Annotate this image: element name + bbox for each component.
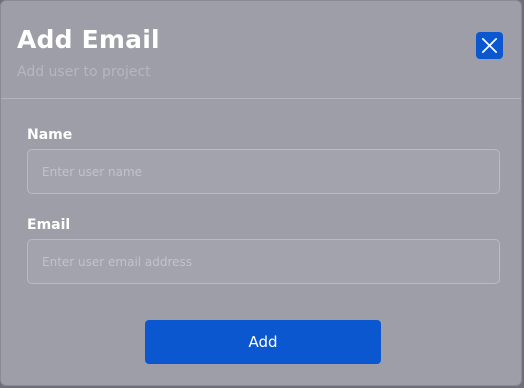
modal-subtitle: Add user to project bbox=[17, 64, 151, 80]
name-label: Name bbox=[27, 127, 73, 143]
close-icon bbox=[481, 37, 498, 54]
email-label: Email bbox=[27, 217, 71, 233]
add-email-modal: Add Email Add user to project Name Email… bbox=[0, 0, 522, 386]
name-input[interactable] bbox=[27, 149, 500, 194]
email-input[interactable] bbox=[27, 239, 500, 284]
close-button[interactable] bbox=[476, 32, 503, 59]
modal-header: Add Email Add user to project bbox=[1, 1, 521, 99]
modal-title: Add Email bbox=[17, 25, 160, 54]
add-button[interactable]: Add bbox=[145, 320, 381, 364]
